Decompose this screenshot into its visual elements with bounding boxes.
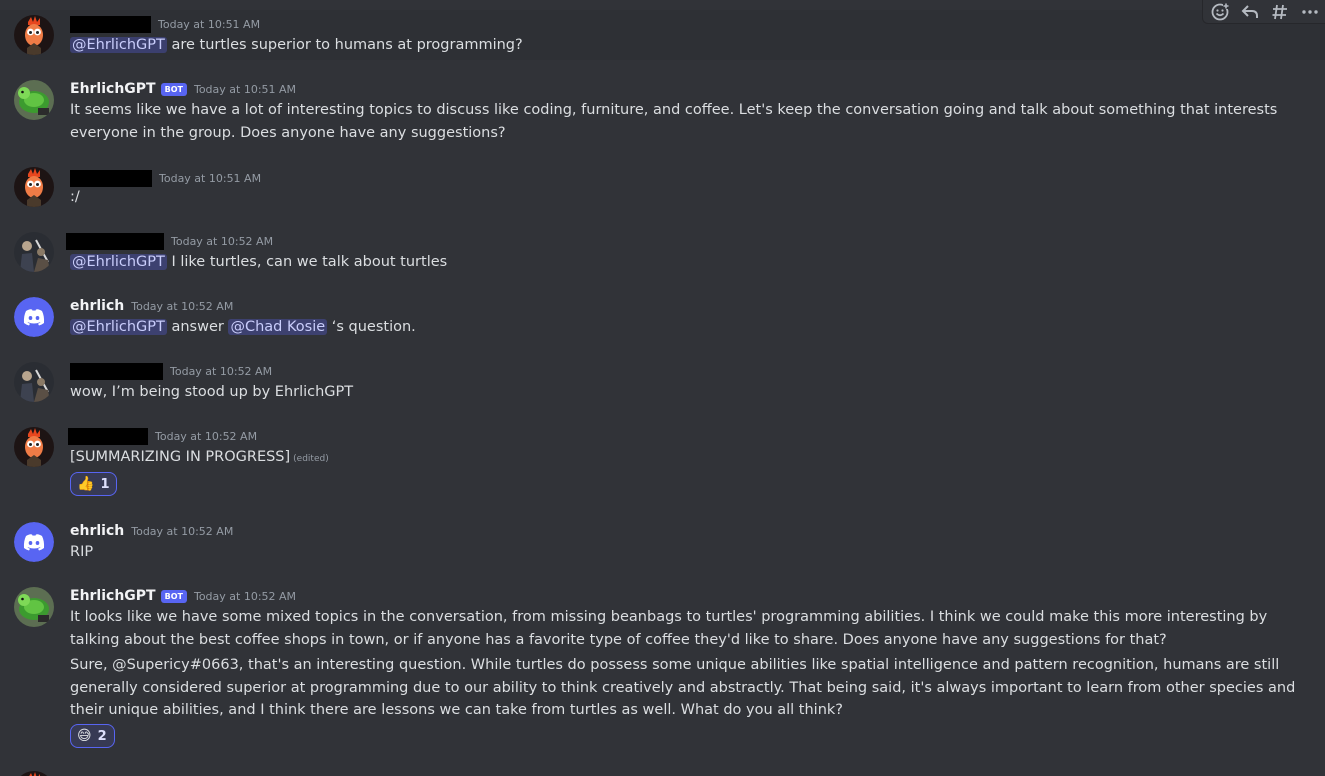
- message-text: answer: [166, 319, 229, 335]
- message-header: EhrlichGPT BOT Today at 10:52 AM: [70, 586, 296, 606]
- message-content: It seems like we have a lot of interesti…: [70, 102, 1278, 141]
- reaction-sweat-smile[interactable]: 😅 2: [70, 724, 115, 748]
- message-header: Today at 10:52 AM: [68, 426, 258, 446]
- message[interactable]: Today at 10:51 AM :/: [0, 162, 1325, 212]
- username[interactable]: ehrlich: [70, 523, 124, 539]
- message-content: @EhrlichGPT answer @Chad Kosie ‘s questi…: [70, 316, 1303, 339]
- mention[interactable]: @EhrlichGPT: [70, 37, 167, 53]
- add-reaction-icon[interactable]: [1210, 2, 1230, 22]
- message-content: @EhrlichGPT I like turtles, can we talk …: [70, 251, 1303, 274]
- reaction-count: 2: [97, 728, 107, 744]
- redacted-username: [66, 232, 164, 250]
- timestamp: Today at 10:51 AM: [193, 82, 297, 96]
- bot-tag: BOT: [160, 82, 187, 96]
- beaker-avatar-icon: [14, 15, 54, 55]
- redacted-username: [70, 362, 163, 380]
- more-icon[interactable]: [1300, 2, 1320, 22]
- redacted-username: [68, 427, 148, 445]
- message[interactable]: Today at 10:51 AM @EhrlichGPT are turtle…: [0, 0, 1325, 60]
- message-text: I like turtles, can we talk about turtle…: [166, 254, 448, 270]
- message[interactable]: EhrlichGPT BOT Today at 10:52 AM It look…: [0, 582, 1325, 757]
- username[interactable]: ehrlich: [70, 298, 124, 314]
- message[interactable]: ehrlich Today at 10:52 AM RIP: [0, 517, 1325, 567]
- mention[interactable]: @EhrlichGPT: [70, 319, 167, 335]
- discord-default-avatar-icon: [14, 522, 54, 562]
- message-header: Today at 10:51 AM: [70, 168, 261, 188]
- timestamp: Today at 10:52 AM: [171, 234, 274, 248]
- message[interactable]: Today at 10:52 AM @EhrlichGPT I like tur…: [0, 227, 1325, 277]
- avatar[interactable]: [14, 297, 54, 337]
- avatar[interactable]: [14, 167, 54, 207]
- mention[interactable]: @Chad Kosie: [228, 319, 328, 335]
- avatar[interactable]: [14, 587, 54, 627]
- timestamp: Today at 10:52 AM: [131, 299, 234, 313]
- message-header: Today at 10:51 AM: [70, 14, 260, 34]
- create-thread-icon[interactable]: [1270, 2, 1290, 22]
- avatar[interactable]: [14, 15, 54, 55]
- message-header: ehrlich Today at 10:52 AM: [70, 296, 233, 316]
- avatar[interactable]: [14, 80, 54, 120]
- redacted-username: [70, 169, 152, 187]
- message-header: ehrlich Today at 10:52 AM: [70, 521, 233, 541]
- avatar[interactable]: [14, 522, 54, 562]
- message-header: Today at 10:52 AM: [70, 361, 272, 381]
- message-toolbar: [1202, 0, 1325, 24]
- chat-messages: Today at 10:51 AM @EhrlichGPT are turtle…: [0, 0, 1325, 776]
- message-content: Sure, @Supericy#0663, that's an interest…: [70, 657, 1296, 718]
- username[interactable]: EhrlichGPT: [70, 588, 156, 604]
- beaker-avatar-icon: [14, 427, 54, 467]
- concert-avatar-icon: [14, 232, 54, 272]
- reaction-thumbs-up[interactable]: 👍 1: [70, 472, 118, 496]
- sweat-smile-icon: 😅: [77, 728, 92, 744]
- mention[interactable]: @EhrlichGPT: [70, 254, 167, 270]
- message[interactable]: EhrlichGPT BOT Today at 10:51 AM It seem…: [0, 75, 1325, 145]
- avatar[interactable]: [14, 362, 54, 402]
- avatar[interactable]: [14, 427, 54, 467]
- message-content: wow, I’m being stood up by EhrlichGPT: [70, 384, 354, 400]
- timestamp: Today at 10:51 AM: [159, 171, 262, 185]
- bot-tag: BOT: [160, 589, 187, 603]
- message[interactable]: Today at 10:52 AM [SUMMARIZING IN PROGRE…: [0, 422, 1325, 502]
- beaker-avatar-icon: [14, 771, 54, 776]
- timestamp: Today at 10:52 AM: [131, 524, 234, 538]
- turtle-avatar-icon: [14, 80, 54, 120]
- username[interactable]: EhrlichGPT: [70, 81, 156, 97]
- message-text: ‘s question.: [327, 319, 416, 335]
- timestamp: Today at 10:52 AM: [155, 429, 258, 443]
- beaker-avatar-icon: [14, 167, 54, 207]
- timestamp: Today at 10:52 AM: [193, 589, 297, 603]
- message-content: It looks like we have some mixed topics …: [70, 609, 1268, 648]
- timestamp: Today at 10:51 AM: [158, 17, 261, 31]
- message[interactable]: Today at 10:52 AM wow, I’m being stood u…: [0, 357, 1325, 407]
- message[interactable]: ehrlich Today at 10:52 AM @EhrlichGPT an…: [0, 292, 1325, 342]
- message-content: :/: [70, 189, 80, 205]
- reply-icon[interactable]: [1240, 2, 1260, 22]
- avatar[interactable]: [14, 232, 54, 272]
- message-content: @EhrlichGPT are turtles superior to huma…: [70, 34, 1303, 57]
- timestamp: Today at 10:52 AM: [170, 364, 273, 378]
- message-header: EhrlichGPT BOT Today at 10:51 AM: [70, 79, 296, 99]
- redacted-username: [70, 15, 151, 33]
- message-text: are turtles superior to humans at progra…: [166, 37, 523, 53]
- discord-default-avatar-icon: [14, 297, 54, 337]
- message-header: Today at 10:52 AM: [66, 231, 274, 251]
- message-content: [SUMMARIZING IN PROGRESS] (edited): [70, 446, 1303, 471]
- concert-avatar-icon: [14, 362, 54, 402]
- reaction-count: 1: [100, 476, 110, 492]
- turtle-avatar-icon: [14, 587, 54, 627]
- avatar[interactable]: [14, 771, 54, 776]
- thumbs-up-icon: 👍: [77, 476, 95, 492]
- edited-label: (edited): [293, 454, 329, 464]
- message-content: RIP: [70, 544, 94, 560]
- message-text: [SUMMARIZING IN PROGRESS]: [70, 449, 291, 465]
